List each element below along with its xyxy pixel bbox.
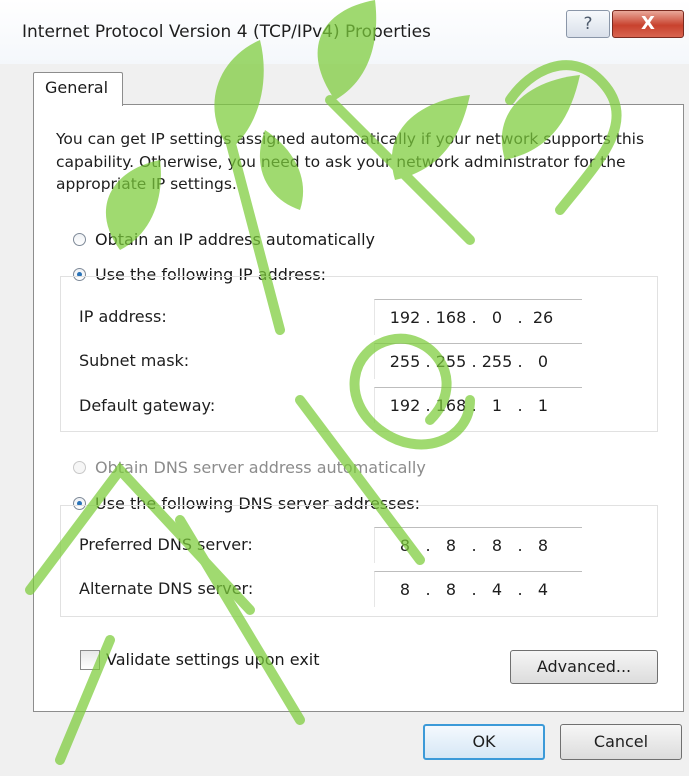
- question-mark-icon: ?: [583, 14, 593, 34]
- ip-octet[interactable]: 1: [480, 396, 514, 415]
- ip-octet[interactable]: 8: [480, 536, 514, 555]
- obtain-ip-auto-radio[interactable]: [73, 233, 86, 246]
- ip-octet[interactable]: 8: [434, 580, 468, 599]
- obtain-ip-auto-label: Obtain an IP address automatically: [95, 230, 376, 249]
- subnet-mask-field[interactable]: 255. 255. 255. 0: [374, 343, 582, 379]
- tcpip-properties-dialog: Internet Protocol Version 4 (TCP/IPv4) P…: [0, 0, 689, 776]
- obtain-ip-auto-option[interactable]: Obtain an IP address automatically: [73, 230, 375, 249]
- ip-octet[interactable]: 192: [388, 396, 422, 415]
- ip-octet[interactable]: 8: [526, 536, 560, 555]
- advanced-button[interactable]: Advanced...: [510, 650, 658, 684]
- help-button[interactable]: ?: [566, 10, 610, 38]
- tab-general[interactable]: General: [33, 72, 123, 106]
- ip-octet[interactable]: 255: [388, 352, 422, 371]
- ip-address-field[interactable]: 192. 168. 0. 26: [374, 299, 582, 335]
- ip-octet[interactable]: 8: [388, 536, 422, 555]
- ip-octet[interactable]: 1: [526, 396, 560, 415]
- validate-settings-checkbox[interactable]: [80, 650, 100, 670]
- default-gateway-label: Default gateway:: [79, 396, 216, 415]
- obtain-dns-auto-option[interactable]: Obtain DNS server address automatically: [73, 458, 426, 477]
- ip-address-label: IP address:: [79, 307, 167, 326]
- obtain-dns-auto-label: Obtain DNS server address automatically: [95, 458, 426, 477]
- cancel-button[interactable]: Cancel: [560, 724, 682, 760]
- ip-octet[interactable]: 4: [526, 580, 560, 599]
- ip-octet[interactable]: 8: [434, 536, 468, 555]
- ip-octet[interactable]: 168: [434, 308, 468, 327]
- title-bar[interactable]: Internet Protocol Version 4 (TCP/IPv4) P…: [0, 0, 689, 64]
- ip-octet[interactable]: 8: [388, 580, 422, 599]
- ip-octet[interactable]: 192: [388, 308, 422, 327]
- close-button[interactable]: X: [612, 10, 684, 38]
- ip-octet[interactable]: 0: [526, 352, 560, 371]
- preferred-dns-field[interactable]: 8. 8. 8. 8: [374, 527, 582, 563]
- ip-octet[interactable]: 255: [434, 352, 468, 371]
- ip-octet[interactable]: 0: [480, 308, 514, 327]
- preferred-dns-label: Preferred DNS server:: [79, 535, 253, 554]
- validate-settings-label[interactable]: Validate settings upon exit: [106, 650, 320, 669]
- ip-octet[interactable]: 26: [526, 308, 560, 327]
- intro-text: You can get IP settings assigned automat…: [56, 130, 645, 193]
- ip-octet[interactable]: 4: [480, 580, 514, 599]
- alternate-dns-label: Alternate DNS server:: [79, 579, 254, 598]
- alternate-dns-field[interactable]: 8. 8. 4. 4: [374, 571, 582, 607]
- close-icon: X: [641, 13, 655, 34]
- ip-octet[interactable]: 255: [480, 352, 514, 371]
- ok-button[interactable]: OK: [423, 724, 545, 760]
- subnet-mask-label: Subnet mask:: [79, 351, 190, 370]
- default-gateway-field[interactable]: 192. 168. 1. 1: [374, 387, 582, 423]
- obtain-dns-auto-radio[interactable]: [73, 461, 86, 474]
- window-title: Internet Protocol Version 4 (TCP/IPv4) P…: [22, 22, 431, 42]
- ip-octet[interactable]: 168: [434, 396, 468, 415]
